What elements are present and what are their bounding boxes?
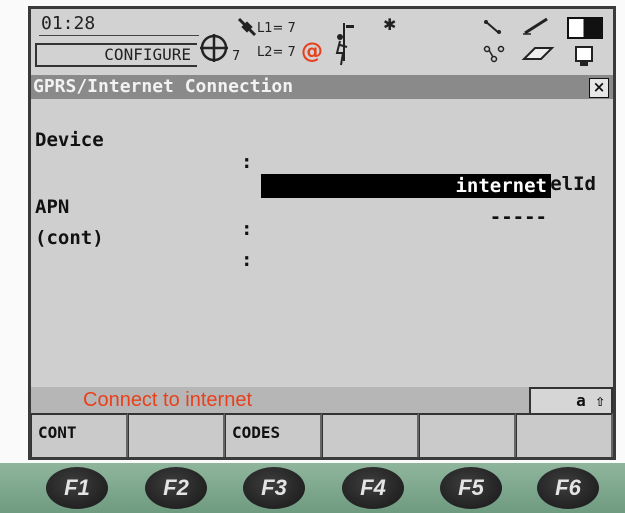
mode-label: CONFIGURE — [35, 43, 197, 67]
cont-colon: : — [241, 249, 253, 271]
satellite-count: 7 — [232, 49, 241, 64]
internet-at-icon: @ — [301, 39, 323, 64]
dialog-title-bar: GPRS/Internet Connection × — [31, 75, 613, 99]
l2-count: L2= 7 — [257, 45, 296, 60]
lcd-screen: 01:28 CONFIGURE 7 L1= 7 L2= 7 @ ✱ GPRS/I… — [28, 6, 616, 460]
bluetooth-icon: ✱ — [383, 15, 397, 34]
device-row: Device : Manufact ModelId — [35, 107, 610, 217]
dialog-title: GPRS/Internet Connection — [33, 76, 294, 97]
function-key-strip: F1 F2 F3 F4 F5 F6 — [0, 463, 625, 513]
cont-input[interactable]: ----- — [261, 205, 551, 229]
device-label: Device — [35, 129, 104, 151]
f3-key[interactable]: F3 — [243, 467, 305, 509]
apn-colon: : — [241, 218, 253, 240]
softkey-6[interactable] — [516, 413, 613, 457]
rover-icon — [335, 23, 354, 66]
f4-key[interactable]: F4 — [342, 467, 404, 509]
softkey-2[interactable] — [128, 413, 225, 457]
divider — [39, 35, 199, 36]
network-icon — [484, 20, 501, 34]
clock-mode-box: 01:28 CONFIGURE — [35, 13, 199, 69]
crosshair-icon — [200, 34, 228, 62]
status-message: Connect to internet — [83, 389, 252, 411]
apn-input[interactable]: internet — [261, 174, 551, 198]
f6-key[interactable]: F6 — [537, 467, 599, 509]
f5-key[interactable]: F5 — [440, 467, 502, 509]
softkey-5[interactable] — [419, 413, 516, 457]
softkey-4[interactable] — [322, 413, 419, 457]
status-bar: 01:28 CONFIGURE 7 L1= 7 L2= 7 @ ✱ — [31, 9, 613, 75]
memory-card-icon — [521, 47, 555, 60]
softkey-bar: CONT CODES — [31, 413, 613, 457]
device-colon: : — [241, 151, 253, 173]
device-frame: 01:28 CONFIGURE 7 L1= 7 L2= 7 @ ✱ GPRS/I… — [0, 0, 625, 513]
cont-row: (cont) : — [35, 205, 252, 293]
satellite-icon — [237, 17, 257, 37]
close-button[interactable]: × — [589, 78, 609, 98]
l1-count: L1= 7 — [257, 21, 296, 36]
time-display: 01:28 — [41, 13, 96, 34]
softkey-codes[interactable]: CODES — [225, 413, 322, 457]
cont-label: (cont) — [35, 227, 104, 249]
f1-key[interactable]: F1 — [46, 467, 108, 509]
pen-icon — [523, 17, 548, 35]
power-icon — [575, 46, 593, 66]
message-bar: Connect to internet a ⇧ — [31, 387, 613, 413]
input-mode-indicator: a ⇧ — [529, 387, 613, 413]
softkey-cont[interactable]: CONT — [31, 413, 128, 457]
route-icon — [483, 45, 505, 63]
f2-key[interactable]: F2 — [145, 467, 207, 509]
battery-icon — [567, 17, 603, 39]
